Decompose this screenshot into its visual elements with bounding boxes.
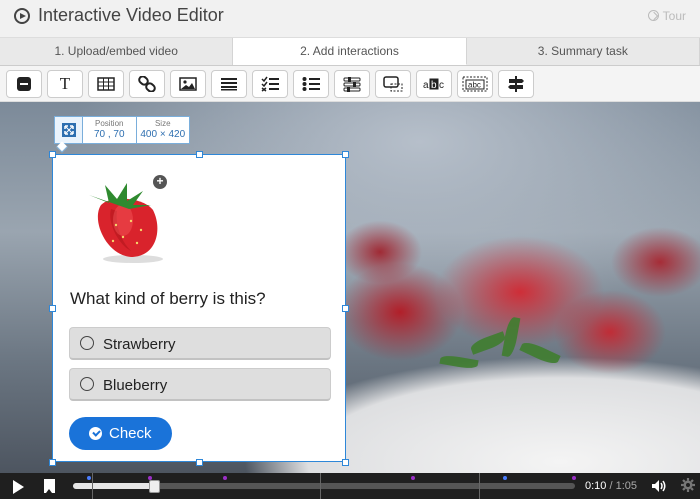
- single-choice-set-tool-button[interactable]: [252, 70, 288, 98]
- strawberry-image: [89, 183, 163, 263]
- interaction-marker[interactable]: [411, 476, 415, 480]
- fill-in-blanks-tool-button[interactable]: abc: [416, 70, 452, 98]
- size-label: Size: [154, 119, 171, 128]
- seek-thumb[interactable]: [149, 480, 160, 493]
- bookmark-marker[interactable]: [503, 476, 507, 480]
- answer-option-label: Strawberry: [103, 336, 176, 353]
- svg-text:a: a: [423, 80, 429, 91]
- interaction-marker[interactable]: [572, 476, 576, 480]
- drag-and-drop-tool-button[interactable]: [375, 70, 411, 98]
- resize-handle-left[interactable]: [49, 305, 56, 312]
- answer-option-blueberry[interactable]: Blueberry: [69, 368, 331, 401]
- strawberry-leaf-shape: [501, 316, 521, 358]
- fill-in-blanks-icon: abc: [423, 78, 444, 91]
- tour-icon: [647, 10, 659, 21]
- seek-bar-played: [73, 483, 151, 489]
- multiple-choice-tool-button[interactable]: [293, 70, 329, 98]
- svg-text:abc: abc: [468, 81, 481, 90]
- drag-and-drop-icon: [383, 76, 403, 92]
- link-icon: [138, 76, 156, 92]
- title-bar: Interactive Video Editor Tour: [0, 0, 700, 38]
- text-icon: T: [59, 74, 71, 93]
- resize-handle-bottom-right[interactable]: [342, 459, 349, 466]
- drag-text-tool-button[interactable]: abc: [457, 70, 493, 98]
- single-choice-set-icon: [261, 76, 279, 92]
- table-icon: [97, 77, 115, 91]
- radio-icon: [80, 377, 94, 391]
- position-label: Position: [95, 119, 124, 128]
- interaction-marker-tick: [479, 473, 480, 499]
- volume-icon[interactable]: [651, 479, 667, 493]
- interaction-card[interactable]: + What kind of berry is this? Strawberry…: [52, 154, 346, 462]
- text-tool-button[interactable]: T: [47, 70, 83, 98]
- tab-summary-task[interactable]: 3. Summary task: [467, 38, 700, 65]
- resize-handle-bottom[interactable]: [196, 459, 203, 466]
- size-cell: Size 400 × 420: [137, 117, 190, 143]
- interactions-toolbar: T abc abc: [0, 66, 700, 102]
- position-size-readout: Position 70 , 70 Size 400 × 420: [54, 116, 190, 144]
- current-time: 0:10: [585, 480, 607, 492]
- play-circle-icon: [14, 8, 30, 24]
- drag-text-icon: abc: [462, 76, 488, 92]
- svg-text:b: b: [431, 80, 437, 91]
- multiple-choice-icon: [302, 77, 320, 91]
- link-tool-button[interactable]: [129, 70, 165, 98]
- label-icon: [17, 77, 31, 91]
- size-value[interactable]: 400 × 420: [137, 129, 190, 140]
- time-display: 0:10 / 1:05: [585, 480, 637, 492]
- resize-handle-right[interactable]: [342, 305, 349, 312]
- step-tabs: 1. Upload/embed video 2. Add interaction…: [0, 38, 700, 66]
- interaction-marker-tick: [320, 473, 321, 499]
- duration: 1:05: [615, 480, 638, 492]
- resize-handle-top[interactable]: [196, 151, 203, 158]
- svg-text:c: c: [439, 80, 444, 91]
- image-icon: [179, 77, 197, 91]
- tour-label: Tour: [662, 9, 686, 23]
- true-false-tool-button[interactable]: [334, 70, 370, 98]
- strawberry-leaf-shape: [439, 353, 479, 371]
- check-button-label: Check: [109, 425, 152, 442]
- bookmark-icon[interactable]: [44, 479, 55, 493]
- app-title: Interactive Video Editor: [38, 5, 224, 25]
- resize-handle-bottom-left[interactable]: [49, 459, 56, 466]
- interaction-marker-tick: [92, 473, 93, 499]
- statements-icon: [221, 78, 237, 91]
- true-false-icon: [343, 77, 361, 92]
- settings-gear-icon[interactable]: [681, 478, 695, 492]
- position-cell: Position 70 , 70: [83, 117, 137, 143]
- interaction-marker[interactable]: [223, 476, 227, 480]
- add-image-icon[interactable]: +: [153, 175, 167, 189]
- tour-button[interactable]: Tour: [647, 9, 686, 23]
- check-circle-icon: [89, 427, 102, 440]
- label-tool-button[interactable]: [6, 70, 42, 98]
- table-tool-button[interactable]: [88, 70, 124, 98]
- navigation-hotspot-icon: [508, 76, 524, 92]
- position-value[interactable]: 70 , 70: [83, 129, 136, 140]
- resize-handle-top-left[interactable]: [49, 151, 56, 158]
- resize-handle-top-right[interactable]: [342, 151, 349, 158]
- time-separator: /: [606, 480, 616, 492]
- strawberry-leaf-shape: [519, 339, 561, 367]
- play-icon[interactable]: [13, 480, 24, 494]
- answer-option-strawberry[interactable]: Strawberry: [69, 327, 331, 360]
- statements-tool-button[interactable]: [211, 70, 247, 98]
- question-text: What kind of berry is this?: [70, 289, 266, 308]
- navigation-hotspot-tool-button[interactable]: [498, 70, 534, 98]
- move-icon[interactable]: [55, 117, 83, 143]
- tab-add-interactions[interactable]: 2. Add interactions: [233, 38, 467, 65]
- bookmark-marker[interactable]: [87, 476, 91, 480]
- image-tool-button[interactable]: [170, 70, 206, 98]
- radio-icon: [80, 336, 94, 350]
- tab-upload-embed-video[interactable]: 1. Upload/embed video: [0, 38, 234, 65]
- answer-option-label: Blueberry: [103, 377, 168, 394]
- check-button[interactable]: Check: [69, 417, 172, 450]
